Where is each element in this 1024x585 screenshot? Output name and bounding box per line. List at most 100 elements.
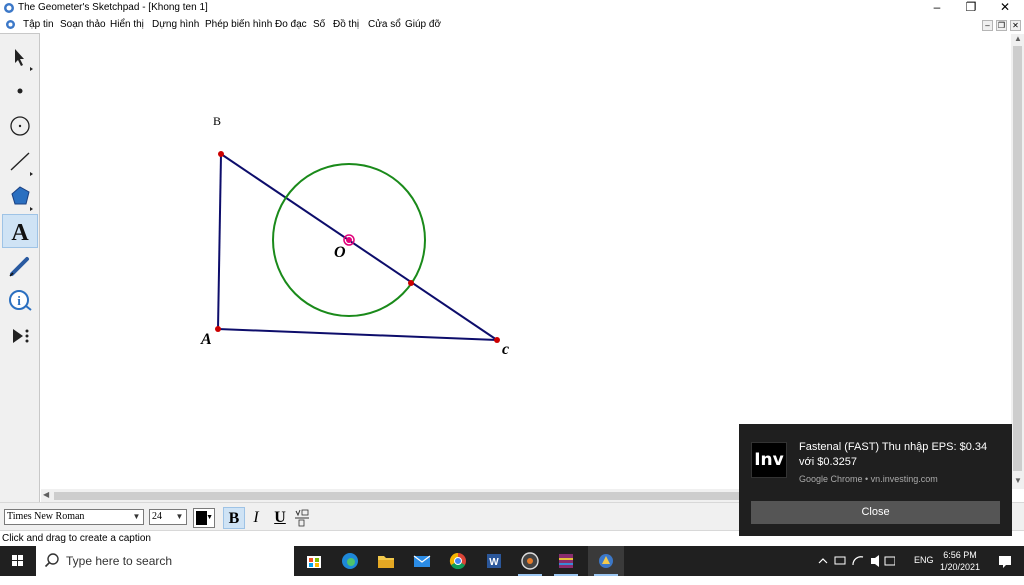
sketch-drawing[interactable]: B A c O bbox=[41, 34, 1011, 489]
chevron-down-icon[interactable]: ▼ bbox=[130, 510, 143, 524]
taskbar-mail[interactable] bbox=[404, 546, 440, 576]
notification-close-button[interactable]: Close bbox=[751, 501, 1000, 524]
text-tool[interactable]: A bbox=[2, 214, 38, 248]
taskbar-media-player[interactable] bbox=[512, 546, 548, 576]
horizontal-scroll-thumb[interactable] bbox=[54, 492, 739, 500]
menu-number[interactable]: Số bbox=[313, 19, 325, 30]
clock-time: 6:56 PM bbox=[943, 550, 977, 560]
sketchpad-app-icon bbox=[4, 3, 14, 13]
arrow-tool[interactable] bbox=[2, 39, 38, 73]
text-color-picker[interactable]: ▼ bbox=[193, 508, 215, 528]
compass-tool-icon bbox=[10, 116, 30, 136]
doc-close-button[interactable]: ✕ bbox=[1010, 20, 1021, 31]
investing-logo: Inv bbox=[751, 442, 787, 478]
text-tool-glyph: A bbox=[11, 220, 29, 246]
point-tool-icon bbox=[17, 88, 23, 94]
label-b[interactable]: B bbox=[213, 114, 221, 128]
edge-icon bbox=[342, 553, 358, 569]
start-button[interactable] bbox=[0, 546, 36, 576]
menu-construct[interactable]: Dựng hình bbox=[152, 19, 199, 30]
italic-button[interactable]: I bbox=[245, 507, 267, 529]
menu-graph[interactable]: Đồ thị bbox=[333, 19, 359, 30]
scroll-left-icon[interactable]: ◀ bbox=[43, 490, 49, 499]
status-text: Click and drag to create a caption bbox=[2, 533, 151, 544]
mail-icon bbox=[413, 555, 431, 567]
taskbar-file-explorer[interactable] bbox=[368, 546, 404, 576]
menu-measure[interactable]: Đo đạc bbox=[275, 19, 307, 30]
store-icon bbox=[307, 556, 321, 568]
straightedge-tool[interactable] bbox=[2, 144, 38, 178]
doc-restore-button[interactable]: ❐ bbox=[996, 20, 1007, 31]
doc-minimize-button[interactable]: – bbox=[982, 20, 993, 31]
menu-edit[interactable]: Soạn thảo bbox=[60, 19, 106, 30]
font-size-value: 24 bbox=[152, 511, 162, 522]
taskbar-sketchpad[interactable] bbox=[588, 546, 624, 576]
information-tool-icon: i bbox=[9, 290, 32, 311]
file-explorer-icon bbox=[378, 556, 394, 568]
segment-ac[interactable] bbox=[217, 328, 498, 341]
intersection-point[interactable] bbox=[408, 280, 414, 286]
sketch-canvas[interactable]: B A c O bbox=[41, 34, 1011, 489]
text-tool-icon: A bbox=[11, 220, 29, 246]
document-icon[interactable] bbox=[5, 19, 16, 30]
word-icon: W bbox=[487, 554, 501, 568]
taskbar-store[interactable] bbox=[296, 546, 332, 576]
language-indicator[interactable]: ENG bbox=[914, 555, 934, 585]
scroll-down-icon[interactable]: ▼ bbox=[1014, 476, 1022, 485]
underline-button[interactable]: U bbox=[269, 507, 291, 529]
label-o[interactable]: O bbox=[334, 244, 346, 261]
custom-tool[interactable] bbox=[2, 319, 38, 353]
chevron-down-icon[interactable]: ▼ bbox=[173, 510, 186, 524]
search-placeholder: Type here to search bbox=[66, 554, 173, 568]
label-c[interactable]: c bbox=[502, 341, 509, 358]
menu-help[interactable]: Giúp đỡ bbox=[405, 19, 441, 30]
point-c[interactable] bbox=[494, 337, 500, 343]
marker-tool[interactable] bbox=[2, 249, 38, 283]
math-format-button[interactable] bbox=[291, 507, 313, 529]
bold-button[interactable]: B bbox=[223, 507, 245, 529]
font-family-select[interactable]: Times New Roman ▼ bbox=[4, 509, 144, 525]
point-a[interactable] bbox=[215, 326, 221, 332]
toolbox: A i bbox=[0, 33, 40, 530]
vertical-scroll-thumb[interactable] bbox=[1013, 46, 1022, 471]
notification-toast[interactable]: Inv Fastenal (FAST) Thu nhập EPS: $0.34 … bbox=[739, 424, 1012, 536]
menu-file[interactable]: Tập tin bbox=[23, 19, 54, 30]
label-a[interactable]: A bbox=[200, 331, 212, 348]
taskbar-chrome[interactable] bbox=[440, 546, 476, 576]
point-tool[interactable] bbox=[2, 74, 38, 108]
font-size-select[interactable]: 24 ▼ bbox=[149, 509, 187, 525]
compass-tool[interactable] bbox=[2, 109, 38, 143]
close-button[interactable]: ✕ bbox=[990, 0, 1020, 17]
information-tool[interactable]: i bbox=[2, 284, 38, 318]
menu-bar: Tập tin Soạn thảo Hiển thị Dựng hình Phé… bbox=[0, 17, 1024, 33]
chevron-down-icon[interactable]: ▼ bbox=[206, 514, 213, 521]
system-tray bbox=[815, 546, 896, 576]
segment-bc[interactable] bbox=[220, 153, 498, 341]
tray-icons[interactable] bbox=[815, 546, 896, 576]
minimize-button[interactable]: – bbox=[922, 0, 952, 17]
taskbar-edge[interactable] bbox=[332, 546, 368, 576]
taskbar-search-box[interactable]: Type here to search bbox=[36, 546, 294, 576]
chrome-icon bbox=[449, 552, 466, 570]
segment-ab[interactable] bbox=[217, 153, 222, 330]
svg-text:i: i bbox=[17, 293, 21, 308]
notification-title: Fastenal (FAST) Thu nhập EPS: $0.34 với … bbox=[799, 441, 988, 468]
vertical-scrollbar[interactable]: ▲ ▼ bbox=[1011, 34, 1024, 489]
notification-center-icon[interactable] bbox=[990, 546, 1020, 576]
menu-transform[interactable]: Phép biến hình bbox=[205, 19, 272, 30]
sketchpad-icon bbox=[599, 554, 613, 568]
windows-icon bbox=[12, 555, 23, 566]
taskbar-clock[interactable]: 6:56 PM 1/20/2021 bbox=[935, 549, 985, 573]
taskbar-word[interactable]: W bbox=[476, 546, 512, 576]
menu-window[interactable]: Cửa sổ bbox=[368, 19, 401, 30]
notification-source: Google Chrome • vn.investing.com bbox=[799, 474, 938, 484]
polygon-tool[interactable] bbox=[2, 179, 38, 213]
window-title: The Geometer's Sketchpad - [Khong ten 1] bbox=[18, 2, 208, 13]
point-o[interactable] bbox=[346, 237, 352, 243]
point-b[interactable] bbox=[218, 151, 224, 157]
taskbar-winrar[interactable] bbox=[548, 546, 584, 576]
menu-display[interactable]: Hiển thị bbox=[110, 19, 144, 30]
marker-tool-icon bbox=[9, 257, 29, 277]
scroll-up-icon[interactable]: ▲ bbox=[1014, 34, 1022, 43]
restore-button[interactable]: ❐ bbox=[956, 0, 986, 17]
